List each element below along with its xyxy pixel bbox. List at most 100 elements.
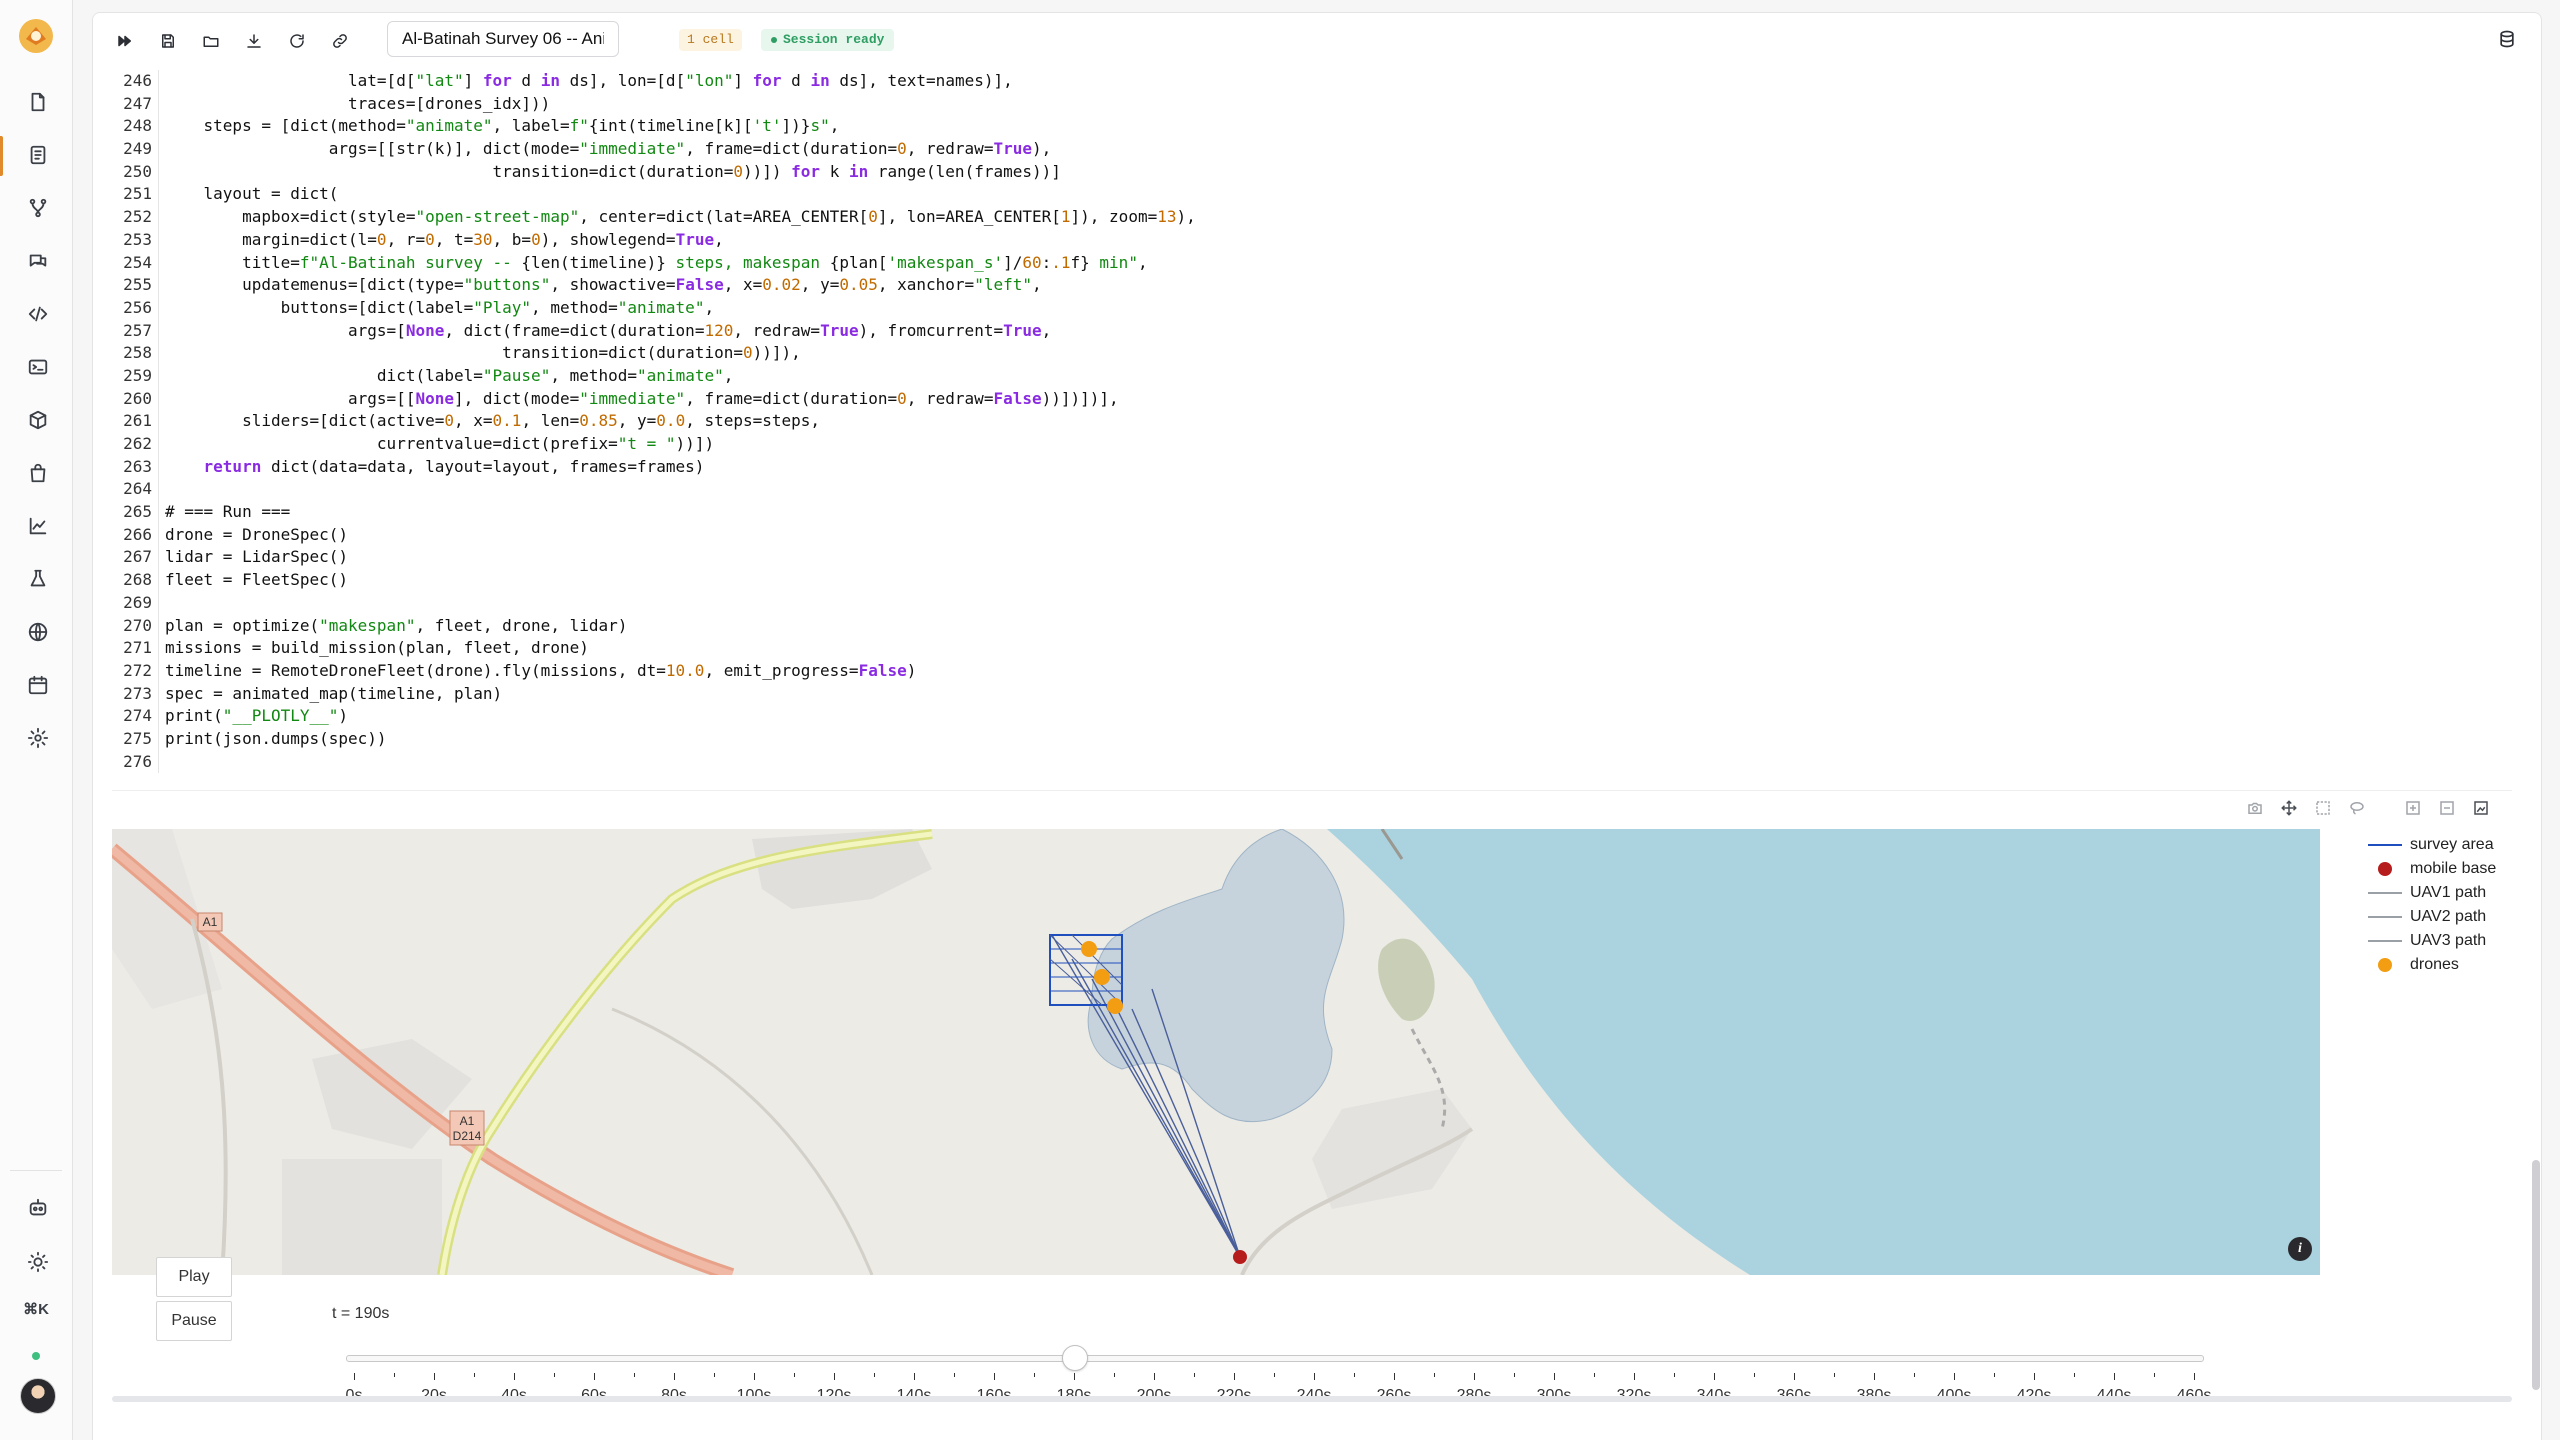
- left-sidebar: ⌘K: [0, 0, 73, 1440]
- user-avatar[interactable]: [20, 1378, 56, 1414]
- code-line[interactable]: 255 updatemenus=[dict(type="buttons", sh…: [112, 274, 2512, 297]
- code-line[interactable]: 263 return dict(data=data, layout=layout…: [112, 455, 2512, 479]
- line-number: 272: [123, 660, 152, 680]
- slider-tick: [1954, 1373, 1955, 1380]
- code-gutter: [158, 251, 159, 275]
- code-line[interactable]: 261 sliders=[dict(active=0, x=0.1, len=0…: [112, 410, 2512, 433]
- code-line[interactable]: 253 margin=dict(l=0, r=0, t=30, b=0), sh…: [112, 228, 2512, 252]
- legend-item[interactable]: survey area: [2366, 833, 2516, 857]
- code-line[interactable]: 273 spec = animated_map(timeline, plan): [112, 682, 2512, 706]
- slider-minor-tick: [1674, 1373, 1675, 1377]
- pause-button[interactable]: Pause: [156, 1301, 232, 1341]
- legend-item[interactable]: UAV1 path: [2366, 881, 2516, 905]
- map-view[interactable]: A1 A1 D214 i: [112, 829, 2320, 1275]
- legend-item[interactable]: UAV2 path: [2366, 905, 2516, 929]
- slider-rail[interactable]: [346, 1355, 2204, 1362]
- download-icon[interactable]: [240, 27, 268, 55]
- svg-text:D214: D214: [453, 1129, 482, 1143]
- reset-view-icon[interactable]: [2470, 797, 2492, 819]
- code-line[interactable]: 259 dict(label="Pause", method="animate"…: [112, 364, 2512, 388]
- code-line[interactable]: 260 args=[[None], dict(mode="immediate",…: [112, 387, 2512, 411]
- code-line[interactable]: 267 lidar = LidarSpec(): [112, 546, 2512, 570]
- code-line[interactable]: 270 plan = optimize("makespan", fleet, dr…: [112, 614, 2512, 638]
- pan-icon[interactable]: [2278, 797, 2300, 819]
- code-gutter: [158, 387, 159, 411]
- settings-gear-icon[interactable]: [24, 724, 52, 752]
- code-line[interactable]: 256 buttons=[dict(label="Play", method="…: [112, 296, 2512, 320]
- legend-item[interactable]: mobile base: [2366, 857, 2516, 881]
- zoom-out-icon[interactable]: [2436, 797, 2458, 819]
- code-line[interactable]: 258 transition=dict(duration=0))]),: [112, 342, 2512, 365]
- code-line[interactable]: 251 layout = dict(: [112, 183, 2512, 207]
- app-logo-icon[interactable]: [17, 17, 55, 55]
- database-icon[interactable]: [2497, 29, 2521, 53]
- keyboard-shortcut-icon[interactable]: ⌘K: [18, 1300, 54, 1318]
- run-all-icon[interactable]: [111, 27, 139, 55]
- zoom-in-icon[interactable]: [2402, 797, 2424, 819]
- map-attribution-info-icon[interactable]: i: [2288, 1237, 2312, 1261]
- notebook-icon[interactable]: [24, 141, 52, 169]
- code-gutter: [158, 727, 159, 751]
- code-text: fleet = FleetSpec(): [165, 570, 349, 590]
- line-number: 266: [123, 524, 152, 544]
- git-branch-icon[interactable]: [24, 194, 52, 222]
- code-line[interactable]: 269: [112, 591, 2512, 615]
- code-line[interactable]: 272 timeline = RemoteDroneFleet(drone).fl…: [112, 659, 2512, 683]
- slider-handle[interactable]: [1062, 1345, 1088, 1371]
- code-line[interactable]: 265 # === Run ===: [112, 501, 2512, 524]
- session-status-dot: [771, 36, 777, 43]
- package-icon[interactable]: [24, 406, 52, 434]
- code-line[interactable]: 252 mapbox=dict(style="open-street-map",…: [112, 206, 2512, 229]
- code-line[interactable]: 254 title=f"Al-Batinah survey -- {len(ti…: [112, 251, 2512, 275]
- notebook-title-input[interactable]: [387, 21, 619, 57]
- theme-sun-icon[interactable]: [24, 1248, 52, 1276]
- code-line[interactable]: 275 print(json.dumps(spec)): [112, 727, 2512, 751]
- output-horizontal-scrollbar[interactable]: [112, 1396, 2512, 1402]
- code-line[interactable]: 268 fleet = FleetSpec(): [112, 569, 2512, 592]
- code-line[interactable]: 257 args=[None, dict(frame=dict(duration…: [112, 319, 2512, 343]
- code-line[interactable]: 246 lat=[d["lat"] for d in ds], lon=[d["…: [112, 70, 2512, 93]
- shopping-bag-icon[interactable]: [24, 459, 52, 487]
- code-line[interactable]: 248 steps = [dict(method="animate", labe…: [112, 115, 2512, 139]
- globe-icon[interactable]: [24, 618, 52, 646]
- camera-icon[interactable]: [2244, 797, 2266, 819]
- code-line[interactable]: 274 print("__PLOTLY__"): [112, 705, 2512, 728]
- refresh-icon[interactable]: [283, 27, 311, 55]
- code-line[interactable]: 250 transition=dict(duration=0))]) for k…: [112, 160, 2512, 184]
- save-icon[interactable]: [154, 27, 182, 55]
- code-line[interactable]: 247 traces=[drones_idx])): [112, 92, 2512, 116]
- code-icon[interactable]: [24, 300, 52, 328]
- calendar-icon[interactable]: [24, 671, 52, 699]
- terminal-icon[interactable]: [24, 353, 52, 381]
- box-select-icon[interactable]: [2312, 797, 2334, 819]
- code-gutter: [158, 546, 159, 570]
- play-button[interactable]: Play: [156, 1257, 232, 1297]
- link-icon[interactable]: [326, 27, 354, 55]
- code-gutter: [158, 591, 159, 615]
- time-slider[interactable]: 0s20s40s60s80s100s120s140s160s180s200s22…: [342, 1345, 2222, 1404]
- line-number: 261: [123, 411, 152, 431]
- open-folder-icon[interactable]: [197, 27, 225, 55]
- code-editor[interactable]: 246 lat=[d["lat"] for d in ds], lon=[d["…: [112, 70, 2512, 786]
- code-line[interactable]: 249 args=[[str(k)], dict(mode="immediate…: [112, 138, 2512, 161]
- chat-icon[interactable]: [24, 247, 52, 275]
- robot-icon[interactable]: [24, 1194, 52, 1222]
- slider-tick: [1154, 1373, 1155, 1380]
- slider-tick: [1794, 1373, 1795, 1380]
- code-text: args=[[str(k)], dict(mode="immediate", f…: [165, 139, 1052, 159]
- code-text: lat=[d["lat"] for d in ds], lon=[d["lon"…: [165, 71, 1013, 90]
- legend-item[interactable]: drones: [2366, 953, 2516, 977]
- code-line[interactable]: 264: [112, 478, 2512, 502]
- legend-item[interactable]: UAV3 path: [2366, 929, 2516, 953]
- flask-icon[interactable]: [24, 565, 52, 593]
- chart-line-icon[interactable]: [24, 512, 52, 540]
- legend-line-icon: [2366, 881, 2404, 905]
- code-line[interactable]: 271 missions = build_mission(plan, fleet,…: [112, 637, 2512, 660]
- code-line[interactable]: 276: [112, 750, 2512, 774]
- lasso-select-icon[interactable]: [2346, 797, 2368, 819]
- code-line[interactable]: 262 currentvalue=dict(prefix="t = "))]): [112, 433, 2512, 456]
- files-icon[interactable]: [24, 88, 52, 116]
- page-vertical-scrollbar[interactable]: [2532, 1160, 2540, 1390]
- slider-minor-tick: [1114, 1373, 1115, 1377]
- code-line[interactable]: 266 drone = DroneSpec(): [112, 523, 2512, 547]
